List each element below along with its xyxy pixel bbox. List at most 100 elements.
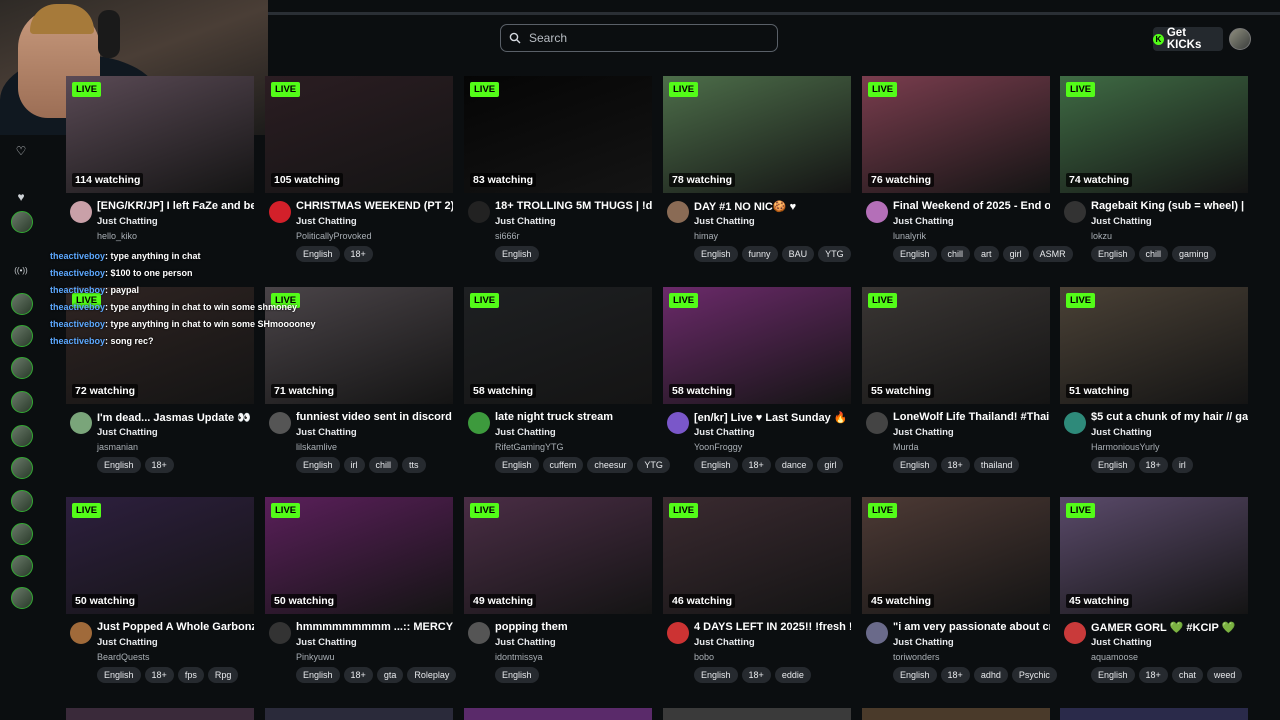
tag-chip[interactable]: adhd (973, 667, 1008, 683)
stream-card[interactable]: LIVE 45 watching GAMER GORL 💚 #KCIP 💚 Just … (1060, 497, 1248, 697)
stream-title[interactable]: [en/kr] Live ♥ Last Sunday 🔥 ... (694, 411, 851, 424)
channel-name[interactable]: toriwonders (893, 652, 940, 662)
rail-channel-avatar-icon[interactable] (11, 523, 33, 545)
tag-chip[interactable]: English (893, 246, 937, 262)
stream-card[interactable]: LIVE 51 watching $5 cut a chunk of my hair… (1060, 287, 1248, 487)
stream-title[interactable]: 18+ TROLLING 5M THUGS | !di... (495, 200, 652, 212)
channel-avatar[interactable] (70, 412, 92, 434)
stream-category[interactable]: Just Chatting (296, 427, 357, 438)
stream-title[interactable]: Final Weekend of 2025 - End o... (893, 200, 1050, 212)
channel-name[interactable]: Murda (893, 442, 919, 452)
stream-card[interactable]: LIVE 58 watching late night truck stream Ju… (464, 287, 670, 487)
channel-avatar[interactable] (866, 201, 888, 223)
channel-name[interactable]: PoliticallyProvoked (296, 231, 372, 241)
stream-thumbnail[interactable]: LIVE 114 watching (66, 76, 254, 193)
rail-heart-icon[interactable]: ♥ (11, 187, 31, 207)
tag-chip[interactable]: cheesur (587, 457, 634, 473)
tag-chip[interactable]: Rpg (207, 667, 239, 683)
channel-name[interactable]: bobo (694, 652, 714, 662)
tag-chip[interactable]: art (974, 246, 999, 262)
tag-chip[interactable]: English (296, 667, 340, 683)
tag-chip[interactable]: English (694, 246, 738, 262)
tag-chip[interactable]: 18+ (343, 667, 373, 683)
tag-chip[interactable]: fps (177, 667, 204, 683)
channel-avatar[interactable] (468, 412, 490, 434)
stream-category[interactable]: Just Chatting (893, 216, 954, 227)
rail-channel-avatar-icon[interactable] (11, 293, 33, 315)
stream-title[interactable]: popping them (495, 621, 652, 633)
channel-name[interactable]: YoonFroggy (694, 442, 742, 452)
channel-name[interactable]: HarmoniousYurly (1091, 442, 1160, 452)
stream-title[interactable]: funniest video sent in discord ... (296, 411, 453, 423)
channel-name[interactable]: lunalyrik (893, 231, 926, 241)
stream-thumbnail-partial[interactable] (1060, 708, 1248, 720)
tag-chip[interactable]: 18+ (144, 457, 174, 473)
tag-chip[interactable]: 18+ (940, 667, 970, 683)
search-input[interactable] (527, 30, 761, 46)
tag-chip[interactable]: English (694, 457, 738, 473)
stream-thumbnail[interactable]: LIVE 58 watching (464, 287, 652, 404)
stream-thumbnail-partial[interactable] (464, 708, 652, 720)
tag-chip[interactable]: cuffem (542, 457, 584, 473)
stream-title[interactable]: "i am very passionate about cr... (893, 621, 1050, 633)
stream-category[interactable]: Just Chatting (694, 637, 755, 648)
stream-title[interactable]: CHRISTMAS WEEKEND (PT 2) (296, 200, 453, 212)
tag-chip[interactable]: English (1091, 457, 1135, 473)
tag-chip[interactable]: thailand (973, 457, 1020, 473)
stream-title[interactable]: DAY #1 NO NIC🍪 ♥ (694, 200, 851, 213)
rail-channel-avatar-icon[interactable] (11, 425, 33, 447)
tag-chip[interactable]: English (1091, 246, 1135, 262)
stream-title[interactable]: Just Popped A Whole Garbonz... (97, 621, 254, 633)
stream-title[interactable]: 4 DAYS LEFT IN 2025!! !fresh !... (694, 621, 851, 633)
tag-chip[interactable]: chill (940, 246, 971, 262)
stream-thumbnail[interactable]: LIVE 58 watching (663, 287, 851, 404)
stream-thumbnail-partial[interactable] (66, 708, 254, 720)
stream-category[interactable]: Just Chatting (296, 637, 357, 648)
rail-heart-outline-icon[interactable]: ♡ (11, 141, 31, 161)
stream-thumbnail[interactable]: LIVE 45 watching (1060, 497, 1248, 614)
channel-name[interactable]: lokzu (1091, 231, 1112, 241)
tag-chip[interactable]: chat (1171, 667, 1203, 683)
channel-name[interactable]: RifetGamingYTG (495, 442, 564, 452)
tag-chip[interactable]: tts (402, 457, 426, 473)
tag-chip[interactable]: English (97, 457, 141, 473)
stream-title[interactable]: hmmmmmmmmm ...:: MERCY ... (296, 621, 453, 633)
channel-avatar[interactable] (1064, 622, 1086, 644)
stream-thumbnail-partial[interactable] (265, 708, 453, 720)
tag-chip[interactable]: funny (741, 246, 778, 262)
channel-avatar[interactable] (269, 412, 291, 434)
stream-thumbnail[interactable]: LIVE 105 watching (265, 76, 453, 193)
stream-card[interactable]: LIVE 50 watching Just Popped A Whole Garbo… (66, 497, 254, 697)
stream-title[interactable]: late night truck stream (495, 411, 652, 423)
stream-card[interactable]: LIVE 58 watching [en/kr] Live ♥ Last Sunda… (663, 287, 851, 487)
stream-category[interactable]: Just Chatting (1091, 216, 1152, 227)
stream-card[interactable]: LIVE 49 watching popping them Just Chatting… (464, 497, 652, 697)
tag-chip[interactable]: irl (1171, 457, 1193, 473)
stream-category[interactable]: Just Chatting (694, 427, 755, 438)
stream-card[interactable]: LIVE 72 watching I'm dead... Jasmas Update… (66, 287, 254, 487)
rail-channel-avatar-icon[interactable] (11, 587, 33, 609)
tag-chip[interactable]: English (694, 667, 738, 683)
stream-card[interactable]: LIVE 74 watching Ragebait King (sub = whee… (1060, 76, 1248, 276)
tag-chip[interactable]: English (97, 667, 141, 683)
channel-avatar[interactable] (866, 412, 888, 434)
stream-title[interactable]: I'm dead... Jasmas Update 👀 ... (97, 411, 254, 424)
stream-category[interactable]: Just Chatting (1091, 427, 1152, 438)
channel-avatar[interactable] (468, 201, 490, 223)
stream-title[interactable]: [ENG/KR/JP] I left FaZe and be... (97, 200, 254, 212)
stream-category[interactable]: Just Chatting (97, 216, 158, 227)
channel-name[interactable]: idontmissya (495, 652, 543, 662)
tag-chip[interactable]: dance (774, 457, 814, 473)
channel-avatar[interactable] (667, 622, 689, 644)
channel-name[interactable]: Pinkyuwu (296, 652, 335, 662)
channel-name[interactable]: aquamoose (1091, 652, 1138, 662)
channel-name[interactable]: hello_kiko (97, 231, 137, 241)
search-bar[interactable] (500, 24, 778, 52)
stream-category[interactable]: Just Chatting (495, 427, 556, 438)
stream-thumbnail[interactable]: LIVE 50 watching (66, 497, 254, 614)
stream-thumbnail[interactable]: LIVE 51 watching (1060, 287, 1248, 404)
tag-chip[interactable]: English (893, 667, 937, 683)
rail-channel-avatar-icon[interactable] (11, 211, 33, 233)
channel-avatar[interactable] (269, 201, 291, 223)
stream-thumbnail[interactable]: LIVE 83 watching (464, 76, 652, 193)
